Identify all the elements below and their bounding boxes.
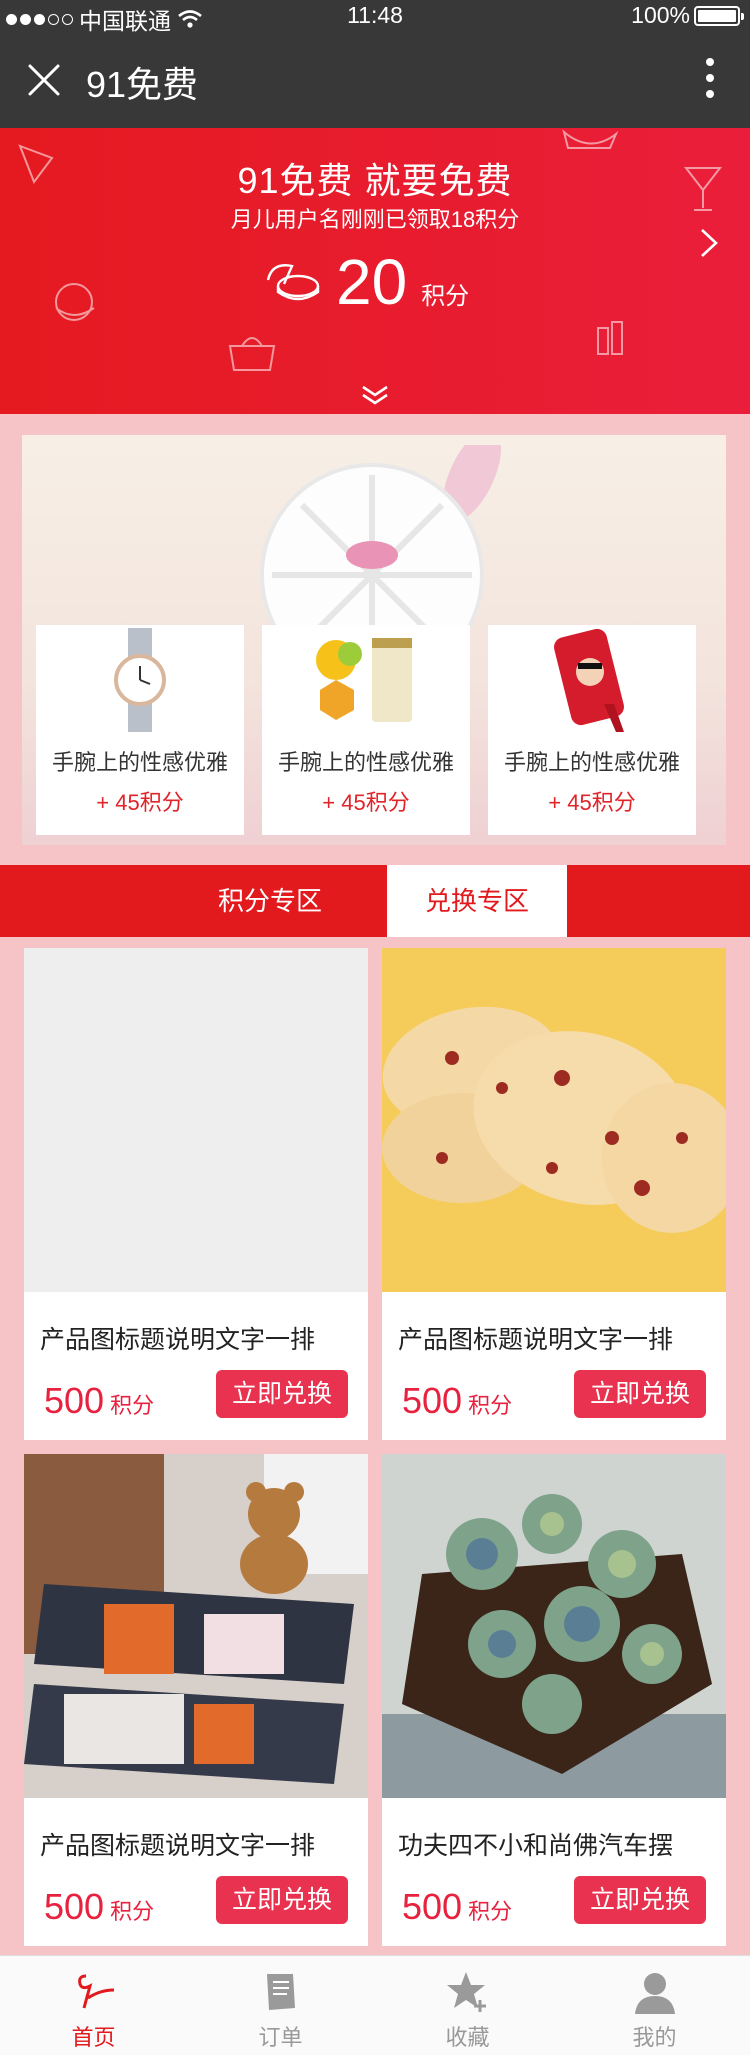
watch-image <box>114 628 166 732</box>
tabbar-item-orders[interactable]: 订单 <box>187 1956 374 2055</box>
promo-banner[interactable]: 手腕上的性感优雅 + 45积分 手腕上的性感优雅 + 45积分 手腕上的性感优雅 <box>22 435 726 845</box>
tabbar-item-home[interactable]: 首页 <box>0 1956 187 2055</box>
double-chevron-down-icon[interactable] <box>360 384 390 406</box>
lipstick-deco-icon <box>597 321 623 355</box>
price-value: 500 <box>402 1380 463 1421</box>
product-card[interactable]: 产品图标题说明文字一排 500 积分 立即兑换 <box>24 1454 368 1946</box>
tabbar-item-profile[interactable]: 我的 <box>561 1956 748 2055</box>
product-name: 产品图标题说明文字一排 <box>40 1326 316 1354</box>
product-name: 产品图标题说明文字一排 <box>398 1326 674 1354</box>
chevron-right-icon[interactable] <box>698 226 720 260</box>
redeem-button[interactable]: 立即兑换 <box>574 1370 706 1418</box>
redeem-button[interactable]: 立即兑换 <box>574 1876 706 1924</box>
product-card[interactable]: 产品图标题说明文字一排 500 积分 立即兑换 <box>24 948 368 1440</box>
tabbar-label: 首页 <box>71 2025 116 2050</box>
more-menu-icon[interactable] <box>706 58 714 98</box>
price-unit: 积分 <box>110 1393 155 1418</box>
tabbar-label: 订单 <box>258 2025 303 2050</box>
product-price: 500 积分 <box>402 1886 512 1928</box>
status-bar: 中国联通 11:48 100% <box>0 0 750 34</box>
product-name: 功夫四不小和尚佛汽车摆 <box>398 1832 674 1860</box>
phone-case-image <box>554 628 624 732</box>
points-unit: 积分 <box>421 283 470 310</box>
price-unit: 积分 <box>468 1899 513 1924</box>
points-banner: 91免费 就要免费 月儿用户名刚刚已领取18积分 20 积分 <box>0 128 750 414</box>
promo-item[interactable]: 手腕上的性感优雅 + 45积分 <box>488 625 696 835</box>
banner-headline: 91免费 就要免费 <box>237 160 513 201</box>
tabbar-label: 收藏 <box>445 2025 490 2050</box>
zone-tabs: 积分专区 兑换专区 <box>0 865 750 937</box>
tabbar-item-favorites[interactable]: 收藏 <box>374 1956 561 2055</box>
battery-status: 100% <box>631 2 744 29</box>
user-icon <box>634 1973 675 2014</box>
promo-item-name: 手腕上的性感优雅 <box>277 750 454 775</box>
promo-item[interactable]: 手腕上的性感优雅 + 45积分 <box>262 625 470 835</box>
bottom-tab-bar: 首页 订单 收藏 我的 <box>0 1955 750 2055</box>
product-price: 500 积分 <box>402 1380 512 1422</box>
cookies-image <box>382 948 726 1292</box>
tab-exchange-zone[interactable]: 兑换专区 <box>387 865 567 937</box>
product-price: 500 积分 <box>44 1886 154 1928</box>
redeem-button[interactable]: 立即兑换 <box>216 1370 348 1418</box>
tab-points-zone[interactable]: 积分专区 <box>180 865 360 937</box>
product-card[interactable]: 功夫四不小和尚佛汽车摆 500 积分 立即兑换 <box>382 1454 726 1946</box>
battery-percent: 100% <box>631 2 690 28</box>
product-name: 产品图标题说明文字一排 <box>40 1832 316 1860</box>
price-unit: 积分 <box>468 1393 513 1418</box>
promo-item-points: + 45积分 <box>548 790 636 815</box>
banner-subline: 月儿用户名刚刚已领取18积分 <box>230 207 520 232</box>
battery-icon <box>694 5 744 26</box>
product-image-placeholder <box>24 948 368 1292</box>
hat-deco-icon <box>55 283 95 321</box>
promo-item-points: + 45积分 <box>322 790 410 815</box>
redeem-button[interactable]: 立即兑换 <box>216 1876 348 1924</box>
promo-item-name: 手腕上的性感优雅 <box>503 750 680 775</box>
star-plus-icon <box>446 1972 486 2012</box>
coin-stack-icon <box>266 264 320 301</box>
honey-tea-image <box>316 638 412 722</box>
price-value: 500 <box>44 1886 105 1927</box>
price-unit: 积分 <box>110 1899 155 1924</box>
close-icon[interactable] <box>26 62 62 98</box>
price-value: 500 <box>44 1380 105 1421</box>
points-display: 20 积分 <box>262 250 469 314</box>
nav-title: 91免费 <box>86 64 199 105</box>
product-card[interactable]: 产品图标题说明文字一排 500 积分 立即兑换 <box>382 948 726 1440</box>
home-logo-icon <box>77 1974 114 2009</box>
price-value: 500 <box>402 1886 463 1927</box>
nav-bar: 91免费 <box>0 32 750 128</box>
promo-item-points: + 45积分 <box>96 790 184 815</box>
promo-item-name: 手腕上的性感优雅 <box>51 750 228 775</box>
heels-deco-icon <box>562 129 619 149</box>
handbag-deco-icon <box>228 337 276 371</box>
order-icon <box>266 1974 295 2010</box>
top-bar: 中国联通 11:48 100% 91免费 <box>0 0 750 128</box>
points-value: 20 <box>336 246 408 318</box>
teddy-pillows-image <box>24 1454 368 1798</box>
promo-item[interactable]: 手腕上的性感优雅 + 45积分 <box>36 625 244 835</box>
succulents-image <box>382 1454 726 1798</box>
tabbar-label: 我的 <box>632 2025 677 2050</box>
product-price: 500 积分 <box>44 1380 154 1422</box>
